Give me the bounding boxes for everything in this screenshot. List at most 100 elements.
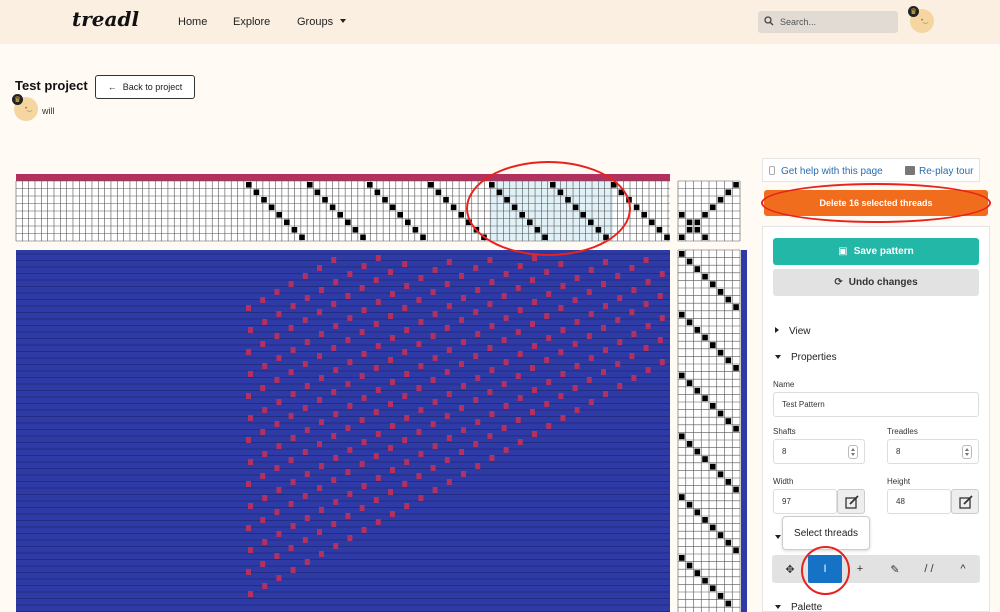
height-field[interactable]: 48 bbox=[887, 489, 951, 514]
help-bar: Get help with this page Re-play tour bbox=[762, 158, 980, 182]
spinner-icon[interactable] bbox=[962, 445, 972, 459]
warp-float bbox=[530, 409, 535, 415]
warp-float bbox=[333, 499, 339, 505]
warp-float bbox=[489, 279, 495, 285]
warp-float bbox=[558, 393, 564, 399]
warp-float bbox=[487, 301, 493, 307]
warp-float bbox=[319, 551, 324, 557]
treadl-logo[interactable]: treadl bbox=[72, 7, 139, 31]
warp-float bbox=[446, 303, 452, 309]
palette-section-toggle[interactable]: Palette bbox=[775, 602, 822, 612]
warp-float bbox=[631, 287, 637, 293]
spinner-icon[interactable] bbox=[848, 445, 858, 459]
warp-float bbox=[532, 299, 537, 305]
warp-float bbox=[615, 317, 621, 323]
warp-float bbox=[331, 433, 337, 439]
warp-float bbox=[473, 353, 479, 359]
warp-float bbox=[461, 383, 466, 389]
warp-float bbox=[603, 303, 608, 309]
save-pattern-button[interactable]: ▣ Save pattern bbox=[773, 238, 979, 265]
warp-float bbox=[388, 313, 393, 319]
warp-float bbox=[404, 459, 410, 465]
brush-icon[interactable]: ✎ bbox=[878, 555, 912, 583]
warp-float bbox=[317, 485, 322, 491]
warp-float bbox=[503, 315, 509, 321]
edit-width-button[interactable] bbox=[837, 489, 865, 514]
warp-float bbox=[446, 259, 452, 265]
warp-float bbox=[359, 417, 365, 423]
chevron-down-icon[interactable] bbox=[340, 19, 346, 23]
weaving-draft-canvas[interactable] bbox=[0, 140, 760, 612]
warp-float bbox=[390, 379, 395, 385]
warp-float bbox=[304, 339, 310, 345]
chevron-up-icon[interactable]: ^ bbox=[946, 555, 980, 583]
warp-float bbox=[331, 345, 337, 351]
undo-changes-button[interactable]: ⟳ Undo changes bbox=[773, 269, 979, 296]
back-to-project-button[interactable]: ← Back to project bbox=[95, 75, 195, 99]
warp-float bbox=[588, 311, 594, 317]
warp-float bbox=[560, 415, 566, 421]
warp-float bbox=[361, 439, 367, 445]
trophy-icon: ♛ bbox=[12, 94, 23, 105]
threading-cell bbox=[656, 227, 663, 233]
avatar-face: •‿ bbox=[25, 106, 32, 112]
warp-float bbox=[601, 281, 606, 287]
threading-cell bbox=[253, 189, 260, 196]
name-label: Name bbox=[773, 380, 795, 389]
warp-float bbox=[373, 409, 379, 415]
threading-cell bbox=[397, 212, 403, 218]
owner-name[interactable]: will bbox=[42, 106, 55, 116]
warp-float bbox=[331, 257, 337, 263]
nav-groups-link[interactable]: Groups bbox=[297, 16, 333, 28]
threading-cell bbox=[329, 204, 336, 211]
warp-float bbox=[333, 323, 339, 329]
width-field[interactable]: 97 bbox=[773, 489, 837, 514]
save-icon: ▣ bbox=[838, 246, 848, 257]
warp-float bbox=[260, 385, 266, 391]
warp-float bbox=[459, 405, 464, 411]
get-help-link[interactable]: Get help with this page bbox=[781, 166, 883, 177]
search-box[interactable] bbox=[758, 11, 898, 33]
warp-float bbox=[461, 427, 466, 433]
warp-float bbox=[302, 273, 308, 279]
warp-float bbox=[388, 401, 393, 407]
warp-float bbox=[418, 363, 424, 369]
nav-home-link[interactable]: Home bbox=[178, 16, 207, 28]
caret-down-icon bbox=[775, 355, 781, 359]
threading-cell bbox=[261, 197, 267, 203]
warp-float bbox=[572, 341, 578, 347]
warp-float bbox=[475, 419, 481, 425]
threading-cell bbox=[649, 219, 655, 226]
user-avatar[interactable]: ♛ •‿ bbox=[908, 6, 934, 33]
warp-float bbox=[489, 323, 495, 329]
shafts-stepper[interactable]: 8 bbox=[773, 439, 865, 464]
threading-cell bbox=[420, 234, 426, 241]
warp-float bbox=[643, 257, 649, 263]
name-field[interactable] bbox=[773, 392, 979, 417]
warp-float bbox=[432, 267, 438, 273]
edit-height-button[interactable] bbox=[951, 489, 979, 514]
search-input[interactable] bbox=[780, 14, 890, 30]
warp-float bbox=[390, 335, 395, 341]
caret-down-icon[interactable] bbox=[775, 535, 781, 539]
warp-float bbox=[290, 479, 296, 485]
warp-float bbox=[359, 461, 365, 467]
warp-float bbox=[262, 319, 268, 325]
warp-float bbox=[246, 349, 251, 355]
warp-float bbox=[333, 279, 339, 285]
width-label: Width bbox=[773, 477, 794, 486]
warp-float bbox=[317, 441, 322, 447]
treadles-stepper[interactable]: 8 bbox=[887, 439, 979, 464]
warp-float bbox=[459, 273, 464, 279]
warp-float bbox=[617, 339, 623, 345]
diagonal-lines-icon[interactable]: / / bbox=[912, 555, 946, 583]
threading-cell bbox=[314, 189, 321, 196]
nav-explore-link[interactable]: Explore bbox=[233, 16, 270, 28]
tieup-cell bbox=[686, 227, 693, 233]
owner-avatar[interactable]: ♛ •‿ bbox=[12, 94, 38, 121]
warp-float bbox=[375, 255, 381, 261]
replay-tour-link[interactable]: Re-play tour bbox=[919, 166, 973, 177]
warp-float bbox=[388, 445, 393, 451]
properties-section-toggle[interactable]: Properties bbox=[775, 352, 837, 363]
view-section-toggle[interactable]: View bbox=[775, 326, 811, 337]
